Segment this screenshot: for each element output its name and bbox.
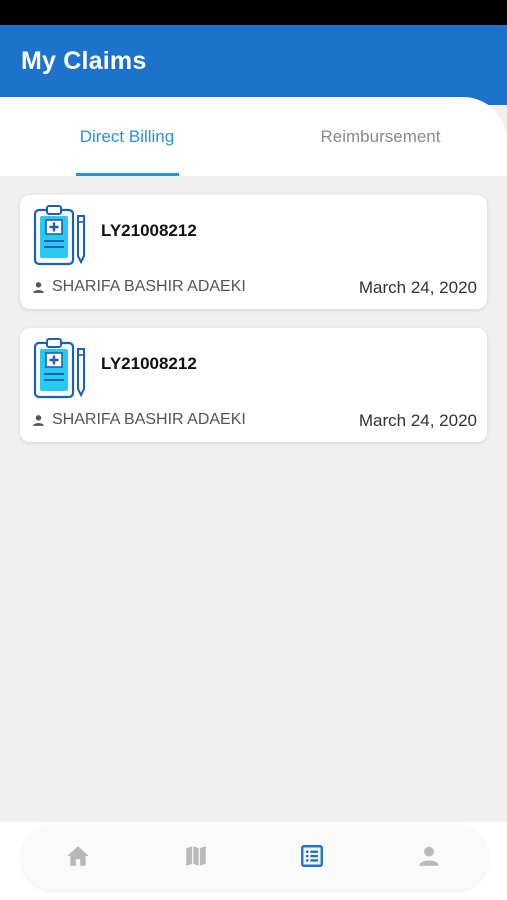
claim-card[interactable]: LY21008212 SHARIFA BASHIR ADAEKI March 2… — [20, 195, 487, 309]
profile-icon — [419, 846, 439, 866]
person-icon — [33, 415, 44, 426]
claim-date: March 24, 2020 — [358, 411, 477, 430]
nav-home-button[interactable] — [64, 842, 92, 870]
map-icon — [186, 846, 206, 866]
claimant-name: SHARIFA BASHIR ADAEKI — [52, 278, 246, 295]
home-icon — [67, 846, 89, 866]
claim-number: LY21008212 — [101, 354, 197, 373]
nav-claims-button[interactable] — [298, 842, 326, 870]
clipboard-medical-icon — [33, 338, 85, 399]
tab-bar: Direct Billing Reimbursement — [0, 97, 507, 176]
claim-number: LY21008212 — [101, 221, 197, 240]
clipboard-medical-icon — [33, 205, 85, 266]
page-title: My Claims — [21, 47, 147, 75]
status-bar — [0, 0, 507, 25]
claimant-name: SHARIFA BASHIR ADAEKI — [52, 411, 246, 428]
nav-map-button[interactable] — [182, 842, 210, 870]
bottom-nav — [22, 826, 487, 890]
tab-reimbursement[interactable]: Reimbursement — [254, 97, 507, 176]
person-icon — [33, 282, 44, 293]
claim-card[interactable]: LY21008212 SHARIFA BASHIR ADAEKI March 2… — [20, 328, 487, 442]
tab-direct-billing[interactable]: Direct Billing — [0, 97, 254, 176]
nav-profile-button[interactable] — [415, 842, 443, 870]
claim-date: March 24, 2020 — [358, 278, 477, 297]
app-header: My Claims — [0, 25, 507, 105]
list-icon — [301, 845, 323, 867]
